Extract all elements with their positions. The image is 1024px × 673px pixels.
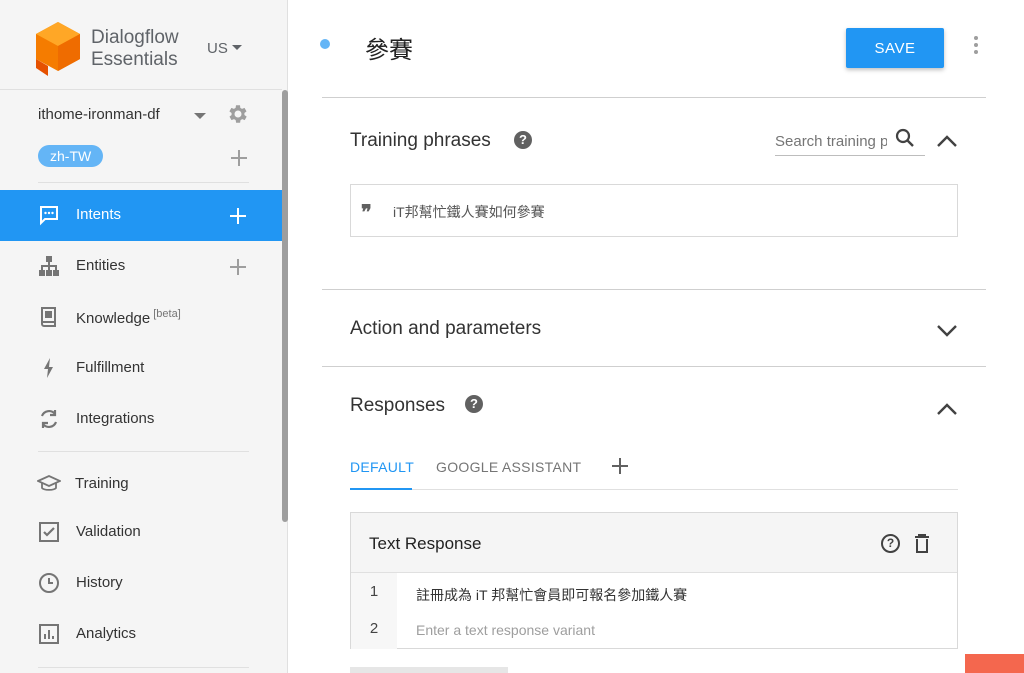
add-language-icon[interactable] bbox=[230, 149, 248, 167]
sidebar-item-label: Intents bbox=[76, 206, 122, 223]
brand-line2: Essentials bbox=[91, 49, 178, 70]
card-title: Text Response bbox=[369, 534, 482, 553]
section-divider bbox=[322, 97, 986, 98]
agent-name[interactable]: ithome-ironman-df bbox=[38, 106, 160, 123]
tab-google-assistant[interactable]: GOOGLE ASSISTANT bbox=[436, 459, 581, 490]
sidebar-item-label: Integrations bbox=[76, 410, 155, 427]
sidebar-item-training[interactable]: Training bbox=[0, 459, 282, 510]
divider bbox=[38, 667, 249, 668]
response-text[interactable]: 註冊成為 iT 邦幫忙會員即可報名參加鐵人賽 bbox=[416, 585, 687, 605]
help-icon[interactable]: ? bbox=[514, 131, 532, 149]
responses-title: Responses bbox=[350, 395, 446, 416]
sidebar-scrollbar[interactable] bbox=[282, 90, 288, 522]
row-number: 2 bbox=[369, 620, 379, 637]
sidebar-item-label: Training bbox=[75, 475, 129, 492]
sidebar-item-validation[interactable]: Validation bbox=[0, 507, 282, 558]
response-tabs: DEFAULT GOOGLE ASSISTANT bbox=[350, 455, 958, 490]
brand-name: Dialogflow Essentials bbox=[91, 27, 179, 71]
beta-badge: [beta] bbox=[153, 308, 181, 320]
chat-icon bbox=[40, 206, 58, 226]
check-box-icon bbox=[39, 522, 59, 542]
divider bbox=[38, 451, 249, 452]
section-divider bbox=[322, 289, 986, 290]
sidebar-item-label: Fulfillment bbox=[76, 359, 145, 376]
sidebar-item-intents[interactable]: Intents bbox=[0, 190, 282, 241]
hierarchy-icon bbox=[39, 256, 59, 276]
add-intent-icon[interactable] bbox=[229, 207, 247, 225]
help-icon[interactable]: ? bbox=[465, 395, 483, 413]
quote-icon: ❞ bbox=[361, 200, 372, 224]
training-search[interactable] bbox=[775, 126, 925, 156]
book-icon bbox=[41, 307, 56, 327]
training-phrase-row[interactable]: ❞ iT邦幫忙鐵人賽如何參賽 bbox=[350, 184, 958, 237]
chevron-down-icon[interactable] bbox=[936, 324, 958, 338]
knowledge-label: Knowledge bbox=[76, 310, 151, 327]
save-button[interactable]: SAVE bbox=[846, 28, 944, 68]
intent-header: 參賽 SAVE bbox=[289, 0, 1024, 90]
divider bbox=[0, 89, 282, 90]
gear-icon[interactable] bbox=[226, 102, 250, 126]
caret-down-icon[interactable] bbox=[194, 113, 206, 119]
chevron-up-icon[interactable] bbox=[936, 134, 958, 148]
sidebar-item-history[interactable]: History bbox=[0, 558, 282, 609]
tab-default[interactable]: DEFAULT bbox=[350, 459, 414, 490]
graduation-cap-icon bbox=[37, 475, 61, 491]
row-number: 1 bbox=[369, 583, 379, 600]
section-divider bbox=[322, 366, 986, 367]
chevron-up-icon[interactable] bbox=[936, 402, 958, 416]
training-phrases-title: Training phrases bbox=[350, 130, 491, 151]
sidebar: Dialogflow Essentials US ithome-ironman-… bbox=[0, 0, 288, 673]
intent-status-dot bbox=[320, 39, 330, 49]
region-label: US bbox=[207, 40, 228, 57]
add-entity-icon[interactable] bbox=[229, 258, 247, 276]
text-response-card: Text Response ? 1 註冊成為 iT 邦幫忙會員即可報名參加鐵人賽… bbox=[350, 512, 958, 649]
sidebar-item-fulfillment[interactable]: Fulfillment bbox=[0, 343, 282, 394]
more-vert-icon[interactable] bbox=[973, 36, 979, 56]
response-variant-input[interactable] bbox=[416, 619, 936, 641]
clock-icon bbox=[39, 573, 59, 593]
sidebar-item-label: Analytics bbox=[76, 625, 137, 642]
region-selector[interactable]: US bbox=[207, 40, 242, 57]
training-phrase-text[interactable]: iT邦幫忙鐵人賽如何參賽 bbox=[393, 202, 545, 222]
sidebar-item-knowledge[interactable]: Knowledge [beta] bbox=[0, 292, 282, 343]
dialogflow-logo-icon bbox=[36, 22, 80, 76]
feedback-tab[interactable] bbox=[965, 654, 1024, 673]
training-search-input[interactable] bbox=[775, 131, 887, 151]
action-parameters-title[interactable]: Action and parameters bbox=[350, 318, 541, 340]
sidebar-item-entities[interactable]: Entities bbox=[0, 241, 282, 292]
add-responses-button[interactable] bbox=[350, 667, 508, 673]
trash-icon[interactable] bbox=[914, 534, 930, 553]
help-outline-icon[interactable]: ? bbox=[881, 534, 900, 553]
add-tab-icon[interactable] bbox=[612, 458, 628, 474]
brand-line1: Dialogflow bbox=[91, 27, 179, 48]
sidebar-item-integrations[interactable]: Integrations bbox=[0, 394, 282, 445]
caret-down-icon bbox=[231, 45, 242, 50]
bar-chart-icon bbox=[39, 624, 59, 644]
sidebar-item-label: Knowledge [beta] bbox=[76, 308, 181, 327]
language-chip[interactable]: zh-TW bbox=[38, 145, 104, 167]
search-icon[interactable] bbox=[895, 128, 915, 148]
sidebar-item-label: History bbox=[76, 574, 123, 591]
sidebar-item-label: Validation bbox=[76, 523, 141, 540]
sync-icon bbox=[40, 410, 58, 428]
brand[interactable]: Dialogflow Essentials bbox=[36, 22, 286, 78]
card-header: Text Response ? bbox=[351, 513, 957, 573]
bolt-icon bbox=[44, 358, 53, 378]
divider bbox=[38, 182, 249, 183]
sidebar-item-analytics[interactable]: Analytics bbox=[0, 609, 282, 660]
sidebar-item-label: Entities bbox=[76, 257, 126, 274]
intent-name[interactable]: 參賽 bbox=[365, 30, 413, 65]
